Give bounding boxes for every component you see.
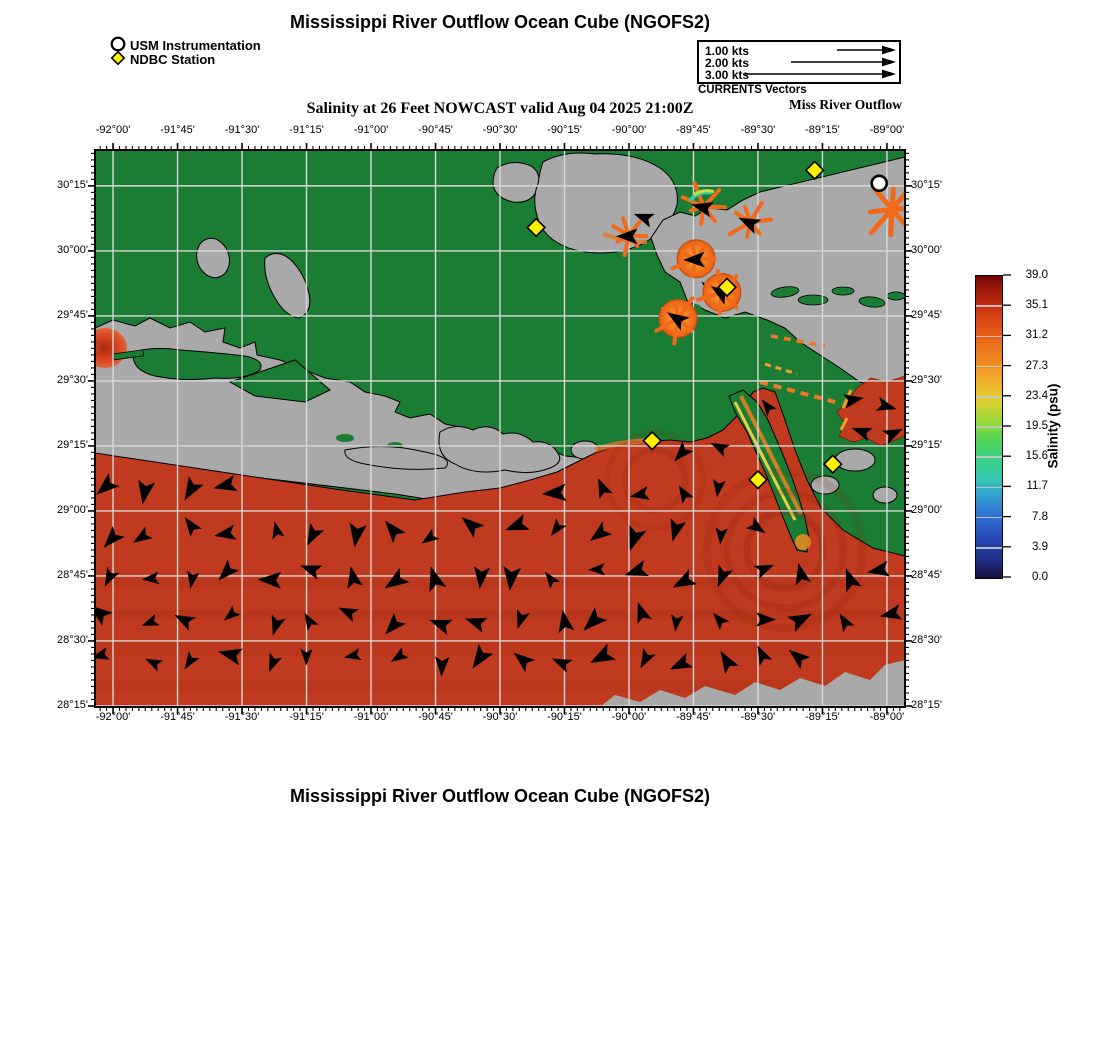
barrier-island — [797, 294, 829, 306]
colorbar-tick-label: 7.8 — [1032, 510, 1048, 523]
colorbar — [975, 275, 1003, 579]
axis-tick-label-bottom: -91°15' — [289, 711, 324, 723]
colorbar-gridline — [976, 486, 1002, 489]
axis-tick-label-left: 30°00' — [57, 244, 88, 257]
map-plot-area — [95, 150, 905, 707]
islet — [751, 333, 763, 343]
colorbar-gridline — [976, 335, 1002, 338]
axis-tick-label-bottom: -91°00' — [353, 711, 389, 723]
axis-tick-label-left: 30°15' — [57, 179, 88, 192]
colorbar-gridline — [976, 365, 1002, 368]
colorbar-tick-label: 0.0 — [1032, 571, 1048, 583]
colorbar-tick-label: 35.1 — [1025, 299, 1048, 312]
arrow-icon — [882, 45, 896, 55]
axis-tick-label-bottom: -92°00' — [95, 711, 131, 723]
islet — [722, 328, 732, 336]
axis-tick-label-top: -90°15' — [547, 124, 582, 136]
axis-tick-label-bottom: -90°15' — [547, 711, 582, 723]
water-marsh-pocket — [872, 486, 898, 504]
axis-tick-label-bottom: -90°45' — [418, 711, 453, 723]
axis-tick-label-bottom: -89°45' — [676, 711, 711, 723]
axis-tick-label-right: 29°30' — [911, 374, 942, 387]
colorbar-tick-label: 11.7 — [1026, 480, 1048, 493]
axis-tick-label-left: 28°30' — [57, 634, 88, 647]
colorbar-gridline — [976, 305, 1002, 307]
usm-circle-icon — [110, 36, 126, 52]
islet — [729, 346, 745, 354]
legend-usm-label: USM Instrumentation — [130, 38, 261, 53]
axis-tick-label-top: -92°00' — [95, 124, 131, 136]
axis-tick-label-left: 29°30' — [57, 374, 88, 387]
axis-tick-label-top: -91°45' — [160, 124, 195, 136]
delta-tip-plume — [795, 534, 811, 550]
arrow-icon — [882, 69, 896, 79]
axis-tick-label-left: 28°15' — [57, 699, 88, 712]
axis-tick-label-right: 28°30' — [911, 634, 942, 647]
islet — [336, 434, 354, 442]
colorbar-gridline — [976, 426, 1002, 428]
legend-ndbc-label: NDBC Station — [130, 52, 216, 67]
colorbar-tick-label: 3.9 — [1032, 540, 1048, 553]
colorbar-gridline — [976, 456, 1002, 458]
islet — [704, 318, 716, 326]
axis-tick-label-bottom: -89°15' — [805, 711, 840, 723]
axis-tick-label-top: -91°00' — [353, 124, 389, 136]
axis-tick-label-left: 28°45' — [57, 569, 88, 582]
axis-tick-label-bottom: -91°30' — [224, 711, 260, 723]
axis-tick-label-right: 29°45' — [911, 309, 942, 322]
axis-tick-label-top: -90°45' — [418, 124, 453, 136]
islet — [736, 316, 750, 324]
axis-tick-label-right: 29°00' — [911, 504, 942, 517]
axis-tick-label-bottom: -90°30' — [482, 711, 518, 723]
axis-tick-label-top: -89°45' — [676, 124, 711, 136]
axis-tick-label-top: -89°00' — [869, 124, 905, 136]
colorbar-gridline — [976, 547, 1002, 549]
axis-tick-label-right: 29°15' — [911, 439, 942, 452]
axis-tick-label-bottom: -91°45' — [160, 711, 195, 723]
barrier-island — [886, 291, 905, 301]
axis-tick-label-top: -90°30' — [482, 124, 518, 136]
axis-tick-label-left: 29°15' — [57, 439, 88, 452]
burst-ray — [867, 206, 895, 215]
axis-tick-label-left: 29°45' — [57, 309, 88, 322]
islet — [712, 340, 722, 348]
currents-vector-key: 1.00 kts 2.00 kts 3.00 kts — [697, 40, 901, 84]
usm-station-marker — [870, 174, 889, 193]
axis-tick-label-left: 29°00' — [57, 504, 88, 517]
legend-markers — [110, 36, 126, 66]
colorbar-gridline — [976, 516, 1002, 519]
colorbar-tick-label: 15.6 — [1025, 450, 1048, 463]
colorbar-tick-label: 39.0 — [1025, 269, 1048, 281]
currents-vector-caption: CURRENTS Vectors — [698, 84, 807, 96]
axis-tick-label-right: 28°15' — [911, 699, 942, 712]
colorbar-gridline — [976, 396, 1002, 398]
colorbar-tick-label: 19.5 — [1025, 420, 1048, 432]
axis-tick-label-top: -91°15' — [289, 124, 324, 136]
axis-tick-label-top: -89°15' — [805, 124, 840, 136]
axis-tick-label-top: -91°30' — [224, 124, 260, 136]
axis-tick-label-right: 30°00' — [911, 244, 942, 257]
ndbc-diamond-icon — [110, 50, 126, 66]
axis-tick-label-right: 28°45' — [911, 569, 942, 582]
vector-key-arrows — [745, 45, 896, 79]
bottom-title: Mississippi River Outflow Ocean Cube (NG… — [289, 786, 711, 806]
arrow-icon — [882, 57, 896, 67]
water-marsh-pocket — [834, 448, 876, 472]
barrier-island — [831, 286, 855, 296]
region-label: Miss River Outflow — [789, 97, 902, 112]
colorbar-tick-label: 31.2 — [1025, 329, 1048, 342]
axis-tick-label-top: -89°30' — [740, 124, 776, 136]
axis-tick-label-bottom: -89°30' — [740, 711, 776, 723]
colorbar-tick-label: 23.4 — [1025, 389, 1048, 402]
axis-tick-label-top: -90°00' — [611, 124, 647, 136]
page-title: Mississippi River Outflow Ocean Cube (NG… — [289, 12, 711, 32]
axis-tick-label-bottom: -89°00' — [869, 711, 905, 723]
colorbar-tick-label: 27.3 — [1025, 359, 1048, 372]
axis-tick-label-right: 30°15' — [911, 179, 942, 192]
axis-tick-label-bottom: -90°00' — [611, 711, 647, 723]
figure-page: Mississippi River Outflow Ocean Cube (NG… — [0, 0, 1100, 1050]
